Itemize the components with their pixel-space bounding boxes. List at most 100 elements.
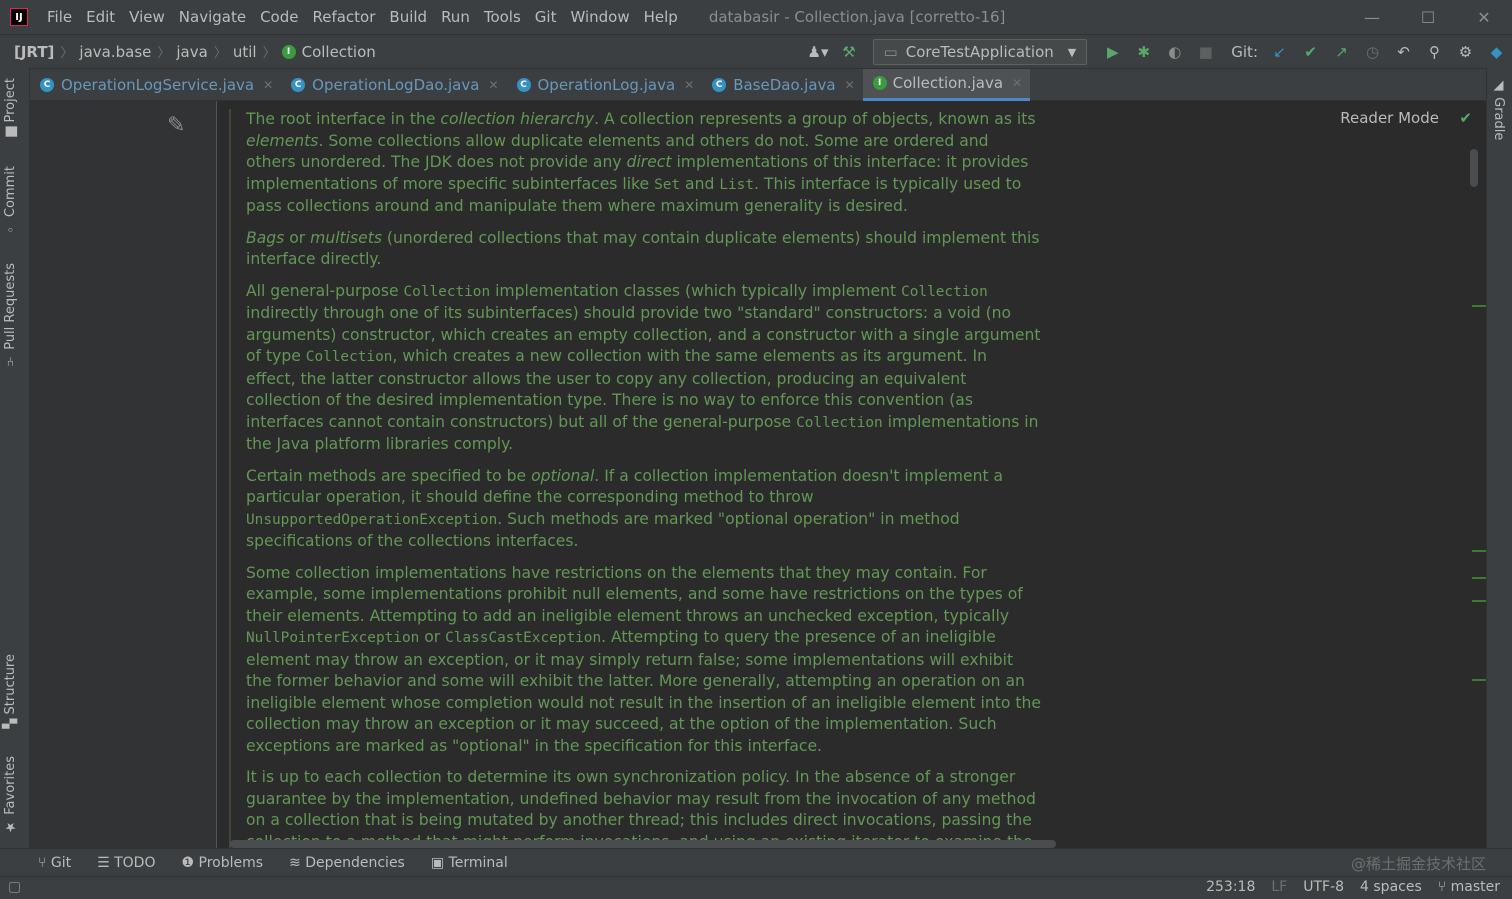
reader-mode-toggle[interactable]: Reader Mode	[1340, 109, 1439, 127]
close-button[interactable]: ✕	[1456, 0, 1512, 34]
menu-refactor[interactable]: Refactor	[305, 8, 382, 26]
tool-todo[interactable]: ☰ TODO	[97, 855, 155, 871]
vertical-scrollbar[interactable]	[1470, 149, 1478, 187]
change-marker[interactable]	[1472, 679, 1486, 681]
menu-tools[interactable]: Tools	[477, 8, 528, 26]
change-marker[interactable]	[1472, 550, 1486, 552]
breadcrumb-util[interactable]: util	[227, 43, 263, 61]
close-tab-icon[interactable]: ✕	[488, 78, 498, 92]
tab-operationlog[interactable]: C OperationLog.java ✕	[507, 69, 703, 101]
inspection-ok-icon[interactable]: ✔	[1459, 109, 1472, 127]
menu-edit[interactable]: Edit	[79, 8, 122, 26]
change-marker[interactable]	[1472, 600, 1486, 602]
user-icon[interactable]: ♟▾	[803, 43, 834, 61]
menu-navigate[interactable]: Navigate	[172, 8, 253, 26]
window-title: databasir - Collection.java [corretto-16…	[708, 8, 1006, 26]
gear-icon[interactable]: ⚙	[1450, 43, 1481, 61]
menu-window[interactable]: Window	[563, 8, 636, 26]
doc-paragraph-3: All general-purpose Collection implement…	[246, 281, 1041, 454]
git-push-icon[interactable]: ↗	[1326, 43, 1357, 61]
chevron-down-icon: ▼	[1067, 45, 1077, 59]
menu-run[interactable]: Run	[434, 8, 477, 26]
editor-gutter: ✎	[30, 101, 217, 848]
tool-problems[interactable]: ❶ Problems	[181, 855, 263, 871]
coverage-icon[interactable]: ◐	[1159, 43, 1190, 61]
change-marker[interactable]	[1472, 577, 1486, 579]
breadcrumb-collection[interactable]: I Collection	[276, 43, 382, 61]
tool-favorites[interactable]: ★ Favorites	[3, 756, 18, 834]
editor-area[interactable]: The root interface in the collection hie…	[217, 101, 1486, 848]
info-icon: ❶	[181, 854, 199, 871]
search-icon[interactable]: ⚲	[1419, 43, 1450, 61]
debug-icon[interactable]: ✱	[1128, 43, 1159, 61]
tool-project-label: Project	[3, 78, 18, 123]
tool-structure-label: Structure	[3, 654, 18, 715]
tool-todo-label: TODO	[114, 854, 156, 871]
tab-basedao[interactable]: C BaseDao.java ✕	[702, 69, 862, 101]
breadcrumb-java[interactable]: java	[170, 43, 213, 61]
run-icon[interactable]: ▶	[1097, 43, 1128, 61]
close-tab-icon[interactable]: ✕	[845, 78, 855, 92]
tab-label: Collection.java	[892, 74, 1004, 92]
tool-git-label: Git	[50, 854, 72, 871]
run-configuration-label: CoreTestApplication	[905, 43, 1054, 61]
run-configuration-select[interactable]: ▭ CoreTestApplication ▼	[872, 39, 1088, 65]
maximize-button[interactable]: ☐	[1400, 0, 1456, 34]
tool-terminal[interactable]: ▣ Terminal	[431, 855, 508, 871]
tool-window-bar: ⑂ Git ☰ TODO ❶ Problems ≋ Dependencies ▣…	[0, 848, 1512, 876]
toggle-tool-windows-icon[interactable]: ▢	[8, 879, 21, 895]
menu-help[interactable]: Help	[637, 8, 685, 26]
tab-operationlogdao[interactable]: C OperationLogDao.java ✕	[281, 69, 506, 101]
menu-file[interactable]: File	[40, 8, 79, 26]
close-tab-icon[interactable]: ✕	[263, 78, 273, 92]
class-icon: C	[40, 77, 54, 92]
navigation-bar: [JRT] 〉 java.base 〉 java 〉 util 〉 I Colle…	[0, 34, 1512, 68]
git-branch-label: master	[1450, 879, 1500, 895]
rollback-icon[interactable]: ↶	[1388, 43, 1419, 61]
tab-label: OperationLog.java	[537, 75, 676, 94]
edit-pencil-icon[interactable]: ✎	[167, 113, 185, 138]
menu-git[interactable]: Git	[528, 8, 564, 26]
tool-problems-label: Problems	[198, 854, 264, 871]
right-tool-strip: ◢ Gradle	[1486, 68, 1512, 848]
list-icon: ☰	[97, 854, 115, 871]
abstract-class-icon: C	[712, 77, 727, 92]
menu-view[interactable]: View	[122, 8, 172, 26]
indent-setting[interactable]: 4 spaces	[1360, 879, 1422, 895]
line-separator[interactable]: LF	[1271, 879, 1287, 895]
tab-label: OperationLogDao.java	[312, 75, 480, 94]
tool-gradle[interactable]: ◢ Gradle	[1491, 78, 1506, 140]
stop-icon[interactable]: ■	[1190, 43, 1221, 61]
interface-icon: I	[281, 45, 296, 59]
tool-structure[interactable]: ▚ Structure	[3, 654, 18, 729]
menu-code[interactable]: Code	[253, 8, 305, 26]
tab-collection[interactable]: I Collection.java ✕	[862, 68, 1031, 101]
file-encoding[interactable]: UTF-8	[1303, 879, 1344, 895]
branch-icon: ⑂	[1437, 879, 1451, 895]
breadcrumb-jrt[interactable]: [JRT]	[0, 43, 60, 61]
git-update-icon[interactable]: ↙	[1264, 43, 1295, 61]
tool-pull-requests[interactable]: ⑂ Pull Requests	[3, 263, 18, 367]
close-tab-icon[interactable]: ✕	[1012, 76, 1022, 90]
tool-gradle-label: Gradle	[1491, 97, 1506, 141]
horizontal-scrollbar[interactable]	[230, 840, 1056, 848]
breadcrumb-java-base[interactable]: java.base	[73, 43, 157, 61]
plugin-icon[interactable]: ◆	[1481, 43, 1512, 61]
change-marker[interactable]	[1472, 305, 1486, 307]
caret-position[interactable]: 253:18	[1206, 879, 1255, 895]
tab-operationlogservice[interactable]: C OperationLogService.java ✕	[30, 69, 281, 101]
git-commit-icon[interactable]: ✔	[1295, 43, 1326, 61]
tool-project[interactable]: ▆ Project	[3, 78, 18, 137]
git-history-icon[interactable]: ◷	[1357, 43, 1388, 61]
interface-icon: I	[872, 76, 887, 90]
tool-dependencies[interactable]: ≋ Dependencies	[289, 855, 405, 871]
tab-label: BaseDao.java	[733, 75, 836, 94]
close-tab-icon[interactable]: ✕	[684, 78, 694, 92]
menu-build[interactable]: Build	[382, 8, 434, 26]
tool-commit[interactable]: ◦ Commit	[3, 166, 18, 236]
tool-git[interactable]: ⑂ Git	[38, 855, 71, 871]
doc-paragraph-1: The root interface in the collection hie…	[246, 110, 1036, 215]
build-hammer-icon[interactable]: ⚒	[834, 43, 865, 61]
git-branch[interactable]: ⑂ master	[1438, 879, 1500, 895]
minimize-button[interactable]: —	[1344, 0, 1400, 34]
